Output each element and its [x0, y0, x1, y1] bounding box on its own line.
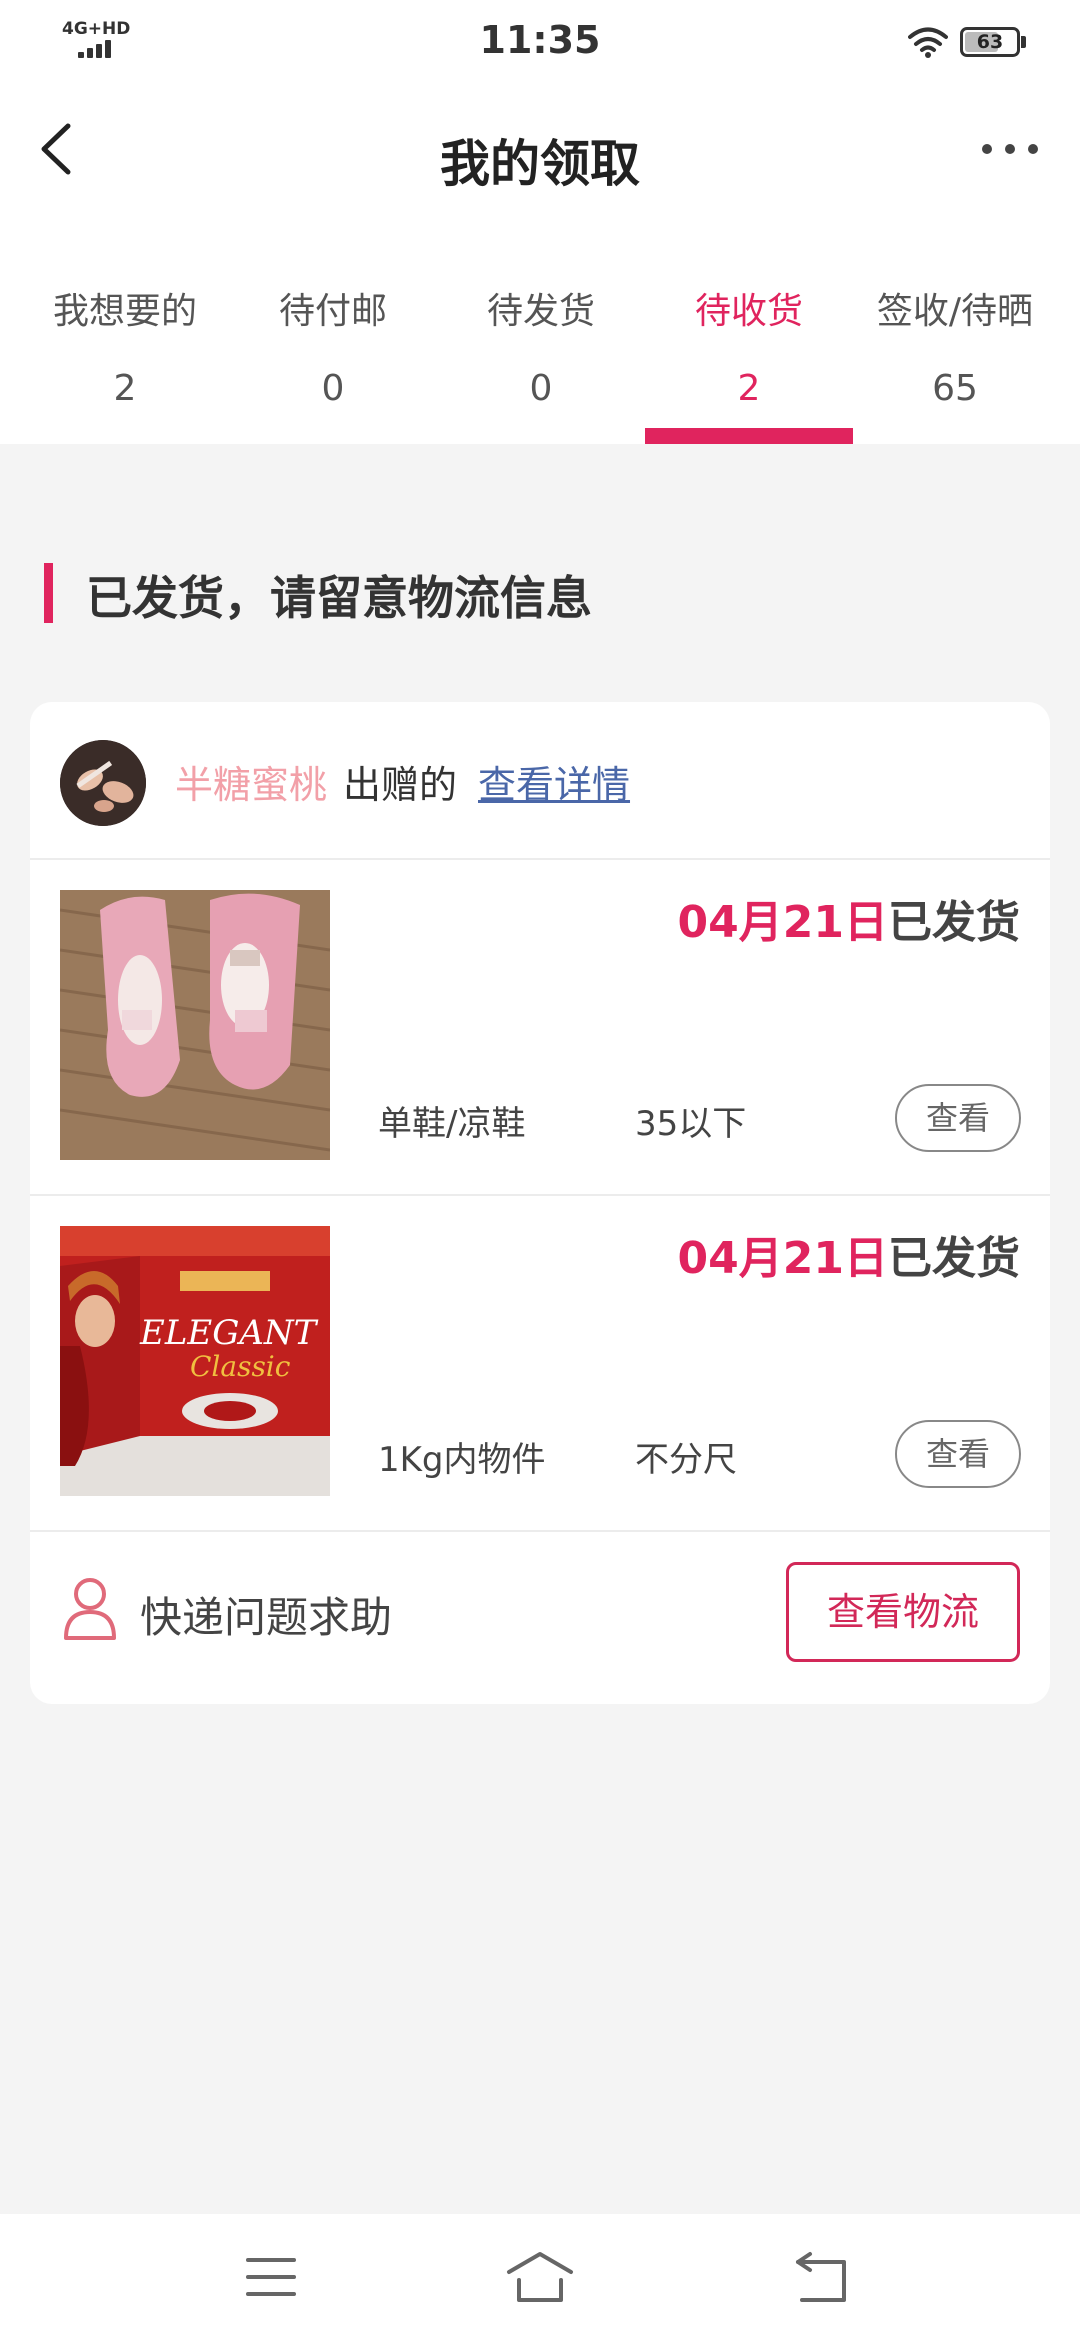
section-accent-bar — [44, 563, 53, 623]
tab-active-indicator — [645, 428, 853, 444]
ship-date: 04月21日 — [677, 897, 888, 948]
tab-pending-receipt[interactable]: 待收货 2 — [645, 234, 853, 444]
tab-count: 0 — [321, 368, 345, 409]
section-title: 已发货，请留意物流信息 — [86, 571, 592, 625]
tab-count: 0 — [529, 368, 553, 409]
status-bar: 4G+HD 11:35 63 — [0, 0, 1080, 84]
shipping-help-link[interactable]: 快递问题求助 — [140, 1584, 392, 1645]
tab-wanted[interactable]: 我想要的 2 — [21, 234, 229, 444]
card-footer: 快递问题求助 查看物流 — [30, 1532, 1050, 1704]
tab-count: 2 — [113, 368, 137, 409]
item-image[interactable]: ELEGANT Classic — [60, 1226, 330, 1496]
item-category: 1Kg内物件 — [378, 1440, 546, 1480]
home-icon[interactable] — [505, 2242, 575, 2312]
card-header: 半糖蜜桃 出赠的 查看详情 — [30, 702, 1050, 860]
svg-text:Classic: Classic — [190, 1350, 291, 1383]
view-logistics-button[interactable]: 查看物流 — [786, 1562, 1020, 1662]
item-category: 单鞋/凉鞋 — [378, 1104, 526, 1144]
order-card: 半糖蜜桃 出赠的 查看详情 04月21日已发货 单鞋/凉鞋 35以下 查看 EL… — [30, 702, 1050, 1704]
page-title: 我的领取 — [440, 135, 640, 193]
giver-name[interactable]: 半糖蜜桃 — [175, 754, 327, 809]
tab-label: 待付邮 — [278, 291, 387, 332]
tab-count: 65 — [932, 368, 978, 409]
tab-bar: 我想要的 2 待付邮 0 待发货 0 待收货 2 签收/待晒 65 — [0, 234, 1080, 444]
list-item: ELEGANT Classic 04月21日已发货 1Kg内物件 不分尺 查看 — [30, 1196, 1050, 1532]
tab-received[interactable]: 签收/待晒 65 — [851, 234, 1059, 444]
item-size: 35以下 — [635, 1104, 747, 1144]
avatar[interactable] — [60, 740, 146, 826]
more-dots-icon[interactable] — [975, 129, 1045, 169]
item-size: 不分尺 — [635, 1440, 737, 1480]
svg-text:ELEGANT: ELEGANT — [139, 1313, 319, 1353]
user-icon — [64, 1578, 116, 1640]
battery-icon: 63 — [960, 27, 1020, 57]
system-nav-bar — [0, 2214, 1080, 2340]
tab-count: 2 — [737, 368, 761, 409]
battery-level: 63 — [976, 31, 1004, 53]
ship-status: 04月21日已发货 — [678, 886, 1020, 950]
wifi-icon — [908, 27, 948, 58]
giver-suffix: 出赠的 — [343, 763, 458, 807]
back-icon[interactable] — [788, 2242, 858, 2312]
ship-status: 04月21日已发货 — [678, 1222, 1020, 1286]
ship-status-text: 已发货 — [888, 897, 1020, 948]
tab-label: 我想要的 — [52, 291, 197, 332]
ship-status-text: 已发货 — [888, 1233, 1020, 1284]
tab-label: 待收货 — [694, 291, 803, 332]
view-button[interactable]: 查看 — [895, 1084, 1021, 1152]
view-button[interactable]: 查看 — [895, 1420, 1021, 1488]
ship-date: 04月21日 — [677, 1233, 888, 1284]
tab-pending-postage[interactable]: 待付邮 0 — [229, 234, 437, 444]
nav-bar: 我的领取 — [0, 84, 1080, 234]
menu-icon[interactable] — [236, 2242, 306, 2312]
list-item: 04月21日已发货 单鞋/凉鞋 35以下 查看 — [30, 860, 1050, 1196]
item-image[interactable] — [60, 890, 330, 1160]
tab-label: 待发货 — [486, 291, 595, 332]
tab-label: 签收/待晒 — [876, 291, 1034, 332]
tab-pending-shipment[interactable]: 待发货 0 — [437, 234, 645, 444]
view-details-link[interactable]: 查看详情 — [478, 754, 630, 809]
